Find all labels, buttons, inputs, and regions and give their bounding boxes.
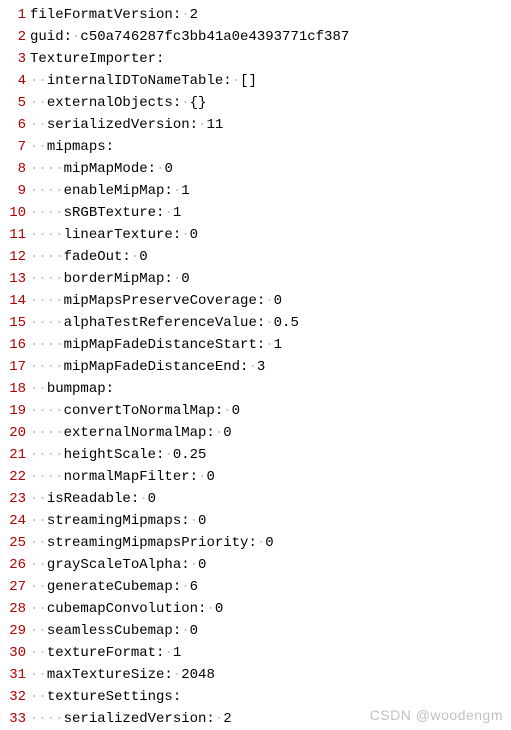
code-line: 7··mipmaps: [0,136,511,158]
code-line: 23··isReadable:·0 [0,488,511,510]
code-line: 29··seamlessCubemap:·0 [0,620,511,642]
code-content: ··streamingMipmapsPriority:·0 [30,532,511,554]
line-number: 18 [0,378,30,400]
code-content: ··bumpmap: [30,378,511,400]
code-line: 28··cubemapConvolution:·0 [0,598,511,620]
code-content: ··maxTextureSize:·2048 [30,664,511,686]
code-line: 22····normalMapFilter:·0 [0,466,511,488]
code-content: ··mipmaps: [30,136,511,158]
code-line: 31··maxTextureSize:·2048 [0,664,511,686]
code-line: 14····mipMapsPreserveCoverage:·0 [0,290,511,312]
line-number: 1 [0,4,30,26]
line-number: 11 [0,224,30,246]
code-line: 11····linearTexture:·0 [0,224,511,246]
code-line: 9····enableMipMap:·1 [0,180,511,202]
code-line: 26··grayScaleToAlpha:·0 [0,554,511,576]
code-line: 17····mipMapFadeDistanceEnd:·3 [0,356,511,378]
line-number: 26 [0,554,30,576]
code-content: guid:·c50a746287fc3bb41a0e4393771cf387 [30,26,511,48]
code-content: TextureImporter: [30,48,511,70]
code-line: 2guid:·c50a746287fc3bb41a0e4393771cf387 [0,26,511,48]
code-line: 25··streamingMipmapsPriority:·0 [0,532,511,554]
code-content: ····sRGBTexture:·1 [30,202,511,224]
code-line: 12····fadeOut:·0 [0,246,511,268]
code-content: ····convertToNormalMap:·0 [30,400,511,422]
line-number: 8 [0,158,30,180]
code-line: 6··serializedVersion:·11 [0,114,511,136]
code-content: ··serializedVersion:·11 [30,114,511,136]
code-content: ··cubemapConvolution:·0 [30,598,511,620]
line-number: 32 [0,686,30,708]
code-line: 15····alphaTestReferenceValue:·0.5 [0,312,511,334]
line-number: 7 [0,136,30,158]
line-number: 16 [0,334,30,356]
line-number: 17 [0,356,30,378]
line-number: 6 [0,114,30,136]
line-number: 31 [0,664,30,686]
code-content: ····mipMapFadeDistanceEnd:·3 [30,356,511,378]
watermark-text: CSDN @woodengm [370,704,503,726]
code-content: ····fadeOut:·0 [30,246,511,268]
code-line: 4··internalIDToNameTable:·[] [0,70,511,92]
code-line: 3TextureImporter: [0,48,511,70]
line-number: 28 [0,598,30,620]
code-content: ····mipMapsPreserveCoverage:·0 [30,290,511,312]
code-content: ··isReadable:·0 [30,488,511,510]
line-number: 27 [0,576,30,598]
line-number: 4 [0,70,30,92]
code-line: 27··generateCubemap:·6 [0,576,511,598]
line-number: 13 [0,268,30,290]
line-number: 22 [0,466,30,488]
code-line: 24··streamingMipmaps:·0 [0,510,511,532]
code-content: ··generateCubemap:·6 [30,576,511,598]
code-content: ··textureFormat:·1 [30,642,511,664]
line-number: 10 [0,202,30,224]
code-content: ····externalNormalMap:·0 [30,422,511,444]
code-line: 20····externalNormalMap:·0 [0,422,511,444]
code-view: 1fileFormatVersion:·22guid:·c50a746287fc… [0,4,511,730]
code-content: ··internalIDToNameTable:·[] [30,70,511,92]
code-content: ····linearTexture:·0 [30,224,511,246]
code-content: ····alphaTestReferenceValue:·0.5 [30,312,511,334]
code-content: ····normalMapFilter:·0 [30,466,511,488]
code-line: 8····mipMapMode:·0 [0,158,511,180]
code-content: ····borderMipMap:·0 [30,268,511,290]
code-line: 13····borderMipMap:·0 [0,268,511,290]
code-content: fileFormatVersion:·2 [30,4,511,26]
code-content: ····mipMapFadeDistanceStart:·1 [30,334,511,356]
code-content: ····heightScale:·0.25 [30,444,511,466]
code-content: ····enableMipMap:·1 [30,180,511,202]
line-number: 14 [0,290,30,312]
code-line: 1fileFormatVersion:·2 [0,4,511,26]
line-number: 23 [0,488,30,510]
line-number: 15 [0,312,30,334]
code-content: ··grayScaleToAlpha:·0 [30,554,511,576]
line-number: 9 [0,180,30,202]
code-line: 21····heightScale:·0.25 [0,444,511,466]
code-content: ··seamlessCubemap:·0 [30,620,511,642]
line-number: 2 [0,26,30,48]
code-content: ··externalObjects:·{} [30,92,511,114]
line-number: 5 [0,92,30,114]
line-number: 24 [0,510,30,532]
code-content: ····mipMapMode:·0 [30,158,511,180]
code-line: 18··bumpmap: [0,378,511,400]
code-line: 30··textureFormat:·1 [0,642,511,664]
line-number: 19 [0,400,30,422]
code-line: 16····mipMapFadeDistanceStart:·1 [0,334,511,356]
line-number: 25 [0,532,30,554]
code-content: ··streamingMipmaps:·0 [30,510,511,532]
code-line: 5··externalObjects:·{} [0,92,511,114]
code-line: 19····convertToNormalMap:·0 [0,400,511,422]
line-number: 12 [0,246,30,268]
line-number: 20 [0,422,30,444]
code-line: 10····sRGBTexture:·1 [0,202,511,224]
line-number: 29 [0,620,30,642]
line-number: 30 [0,642,30,664]
line-number: 3 [0,48,30,70]
line-number: 21 [0,444,30,466]
